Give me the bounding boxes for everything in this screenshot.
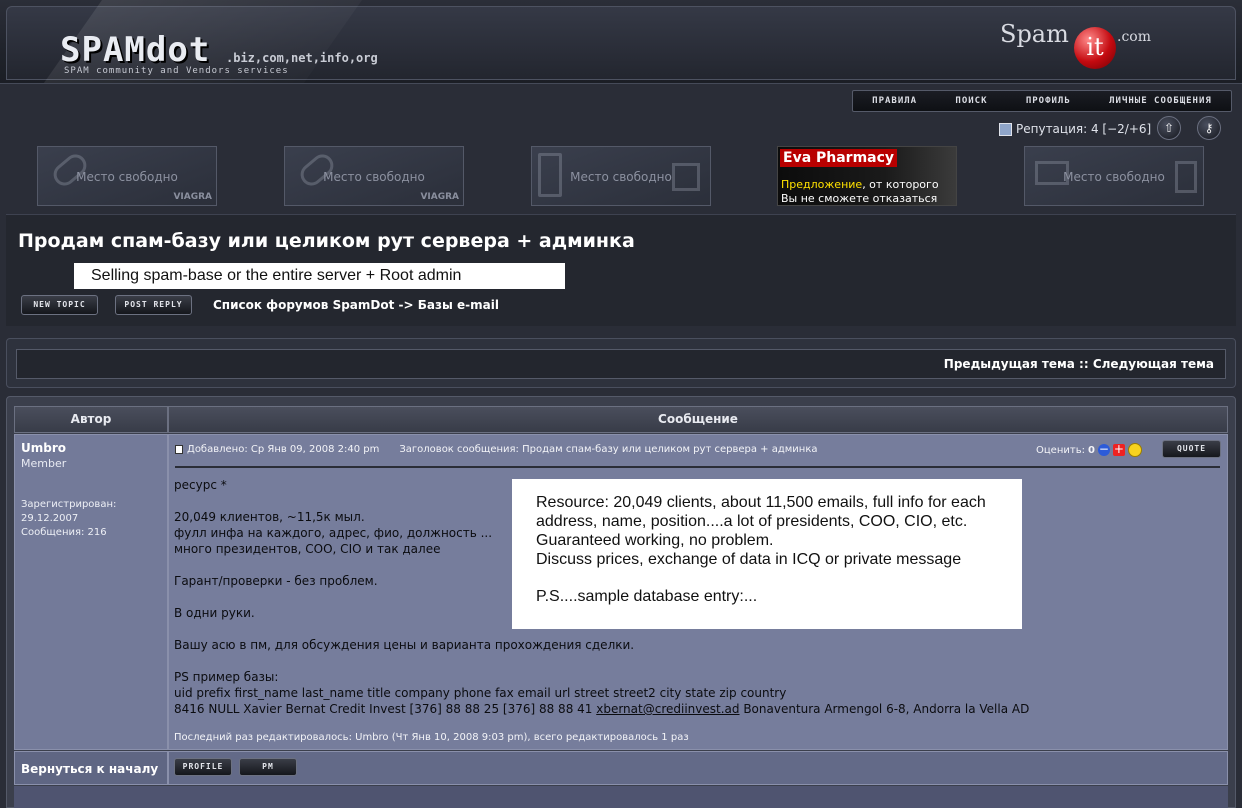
spamit-logo-ball: it: [1074, 27, 1116, 69]
spamit-logo-domain: .com: [1117, 29, 1151, 45]
smiley-icon: [1127, 443, 1142, 457]
profile-button[interactable]: PROFILE: [174, 758, 232, 776]
ad-slot-label: Место свободно: [323, 170, 425, 184]
nav-profile[interactable]: ПРОФИЛЬ: [1026, 96, 1071, 106]
post-rating: Оценить: 0 − +: [1036, 443, 1142, 457]
author-column-header: Автор: [14, 406, 168, 433]
user-icon: [999, 122, 1012, 136]
home-button[interactable]: ⇧: [1157, 116, 1181, 140]
post-body-gap: [174, 653, 1214, 669]
spamdot-logo[interactable]: SPAMdot: [60, 30, 210, 70]
breadcrumb-forum-index[interactable]: Список форумов SpamDot: [213, 298, 394, 312]
post-body-line: 8416 NULL Xavier Bernat Credit Invest [3…: [174, 701, 1214, 717]
spamit-logo-word: Spam: [1000, 20, 1069, 48]
topic-title[interactable]: Продам спам-базу или целиком рут сервера…: [18, 230, 635, 252]
translation-line: Guaranteed working, no problem.: [536, 532, 774, 549]
viagra-tag: VIAGRA: [173, 192, 212, 202]
prev-next-links: Предыдущая тема :: Следующая тема: [944, 357, 1214, 371]
ad-slot-label: Место свободно: [570, 170, 672, 184]
post-subject: Заголовок сообщения: Продам спам-базу ил…: [399, 444, 818, 455]
new-topic-button[interactable]: NEW TOPIC: [21, 295, 98, 315]
post-author-name[interactable]: Umbro: [21, 441, 66, 455]
eva-offer-rest: , от которого: [862, 178, 939, 191]
post-actions-cell: [168, 751, 1228, 785]
site-header: SPAMdot .biz,com,net,info,org SPAM commu…: [0, 0, 1242, 84]
sample-email-link[interactable]: xbernat@crediinvest.ad: [596, 702, 739, 716]
spamdot-logo-domains: .biz,com,net,info,org: [226, 51, 378, 65]
translation-overlay: Resource: 20,049 clients, about 11,500 e…: [512, 479, 1022, 629]
prevnext-separator: ::: [1074, 357, 1093, 371]
breadcrumb: Список форумов SpamDot -> Базы e-mail: [213, 298, 499, 312]
topic-title-translation: Selling spam-base or the entire server +…: [74, 263, 565, 289]
post-divider: [175, 466, 1220, 468]
post-author-cell: [14, 434, 168, 750]
eva-pharmacy-line1: Предложение, от которого: [781, 178, 939, 191]
rate-up-icon[interactable]: +: [1112, 443, 1125, 456]
translation-gap: [536, 569, 1022, 587]
post-meta: Добавлено: Ср Янв 09, 2008 2:40 pm Загол…: [175, 444, 818, 455]
eva-offer-word: Предложение: [781, 178, 863, 191]
logout-button[interactable]: ⚷: [1197, 116, 1221, 140]
ad-slot-label: Место свободно: [76, 170, 178, 184]
registered-label: Зарегистрирован:: [21, 499, 117, 510]
back-to-top-link[interactable]: Вернуться к началу: [21, 762, 158, 776]
table-bottom-bar: [14, 786, 1228, 808]
reputation: Репутация: 4 [−2/+6]: [999, 120, 1151, 138]
author-post-count: Сообщения: 216: [21, 527, 107, 538]
pm-button[interactable]: PM: [239, 758, 297, 776]
ad-slot-2[interactable]: Место свободно VIAGRA: [284, 146, 464, 206]
viagra-tag: VIAGRA: [420, 192, 459, 202]
translation-line: P.S....sample database entry:...: [536, 588, 758, 605]
ad-slot-label: Место свободно: [1063, 170, 1165, 184]
post-body-line: PS пример базы:: [174, 670, 279, 684]
ad-slot-3[interactable]: Место свободно: [531, 146, 711, 206]
translation-line: address, name, position....a lot of pres…: [536, 513, 968, 530]
top-navigation: ПРАВИЛА ПОИСК ПРОФИЛЬ ЛИЧНЫЕ СООБЩЕНИЯ: [852, 90, 1232, 112]
up-arrow-icon: ⇧: [1163, 121, 1175, 135]
eva-pharmacy-line2: Вы не сможете отказаться: [781, 192, 938, 205]
translation-line: Resource: 20,049 clients, about 11,500 e…: [536, 494, 986, 511]
translation-line: Discuss prices, exchange of data in ICQ …: [536, 551, 962, 568]
spamdot-logo-tagline: SPAM community and Vendors services: [64, 66, 289, 76]
spamit-logo[interactable]: Spam it .com: [1000, 20, 1200, 70]
quote-button[interactable]: QUOTE: [1162, 440, 1221, 458]
nav-rules[interactable]: ПРАВИЛА: [872, 96, 917, 106]
post-reply-button[interactable]: POST REPLY: [115, 295, 192, 315]
sample-record-part: Bonaventura Armengol 6-8, Andorra la Vel…: [739, 702, 1030, 716]
post-icon: [175, 445, 183, 454]
rate-label: Оценить:: [1036, 444, 1085, 456]
ad-slot-4[interactable]: Место свободно: [1024, 146, 1204, 206]
reputation-text[interactable]: Репутация: 4 [−2/+6]: [1016, 122, 1151, 136]
post-body-line: uid prefix first_name last_name title co…: [174, 686, 787, 700]
edited-note: Последний раз редактировалось: Umbro (Чт…: [174, 732, 689, 743]
ad-slot-1[interactable]: Место свободно VIAGRA: [37, 146, 217, 206]
message-column-header: Сообщение: [168, 406, 1228, 433]
post-author-rank: Member: [21, 457, 67, 470]
ad-eva-pharmacy[interactable]: Eva Pharmacy Предложение, от которого Вы…: [777, 146, 957, 206]
key-icon: ⚷: [1204, 121, 1214, 135]
eva-pharmacy-title: Eva Pharmacy: [780, 149, 898, 167]
rate-down-icon[interactable]: −: [1097, 443, 1110, 456]
post-date: Добавлено: Ср Янв 09, 2008 2:40 pm: [187, 444, 380, 455]
next-topic-link[interactable]: Следующая тема: [1093, 357, 1214, 371]
breadcrumb-forum[interactable]: Базы e-mail: [418, 298, 499, 312]
rate-value: 0: [1087, 444, 1095, 456]
sample-record-part: 8416 NULL Xavier Bernat Credit Invest [3…: [174, 702, 597, 716]
nav-search[interactable]: ПОИСК: [955, 96, 987, 106]
post-body-line: Вашу асю в пм, для обсуждения цены и вар…: [174, 638, 635, 652]
nav-private-messages[interactable]: ЛИЧНЫЕ СООБЩЕНИЯ: [1109, 96, 1212, 106]
breadcrumb-separator: ->: [394, 298, 418, 312]
previous-topic-link[interactable]: Предыдущая тема: [944, 357, 1075, 371]
registered-date: 29.12.2007: [21, 513, 79, 524]
